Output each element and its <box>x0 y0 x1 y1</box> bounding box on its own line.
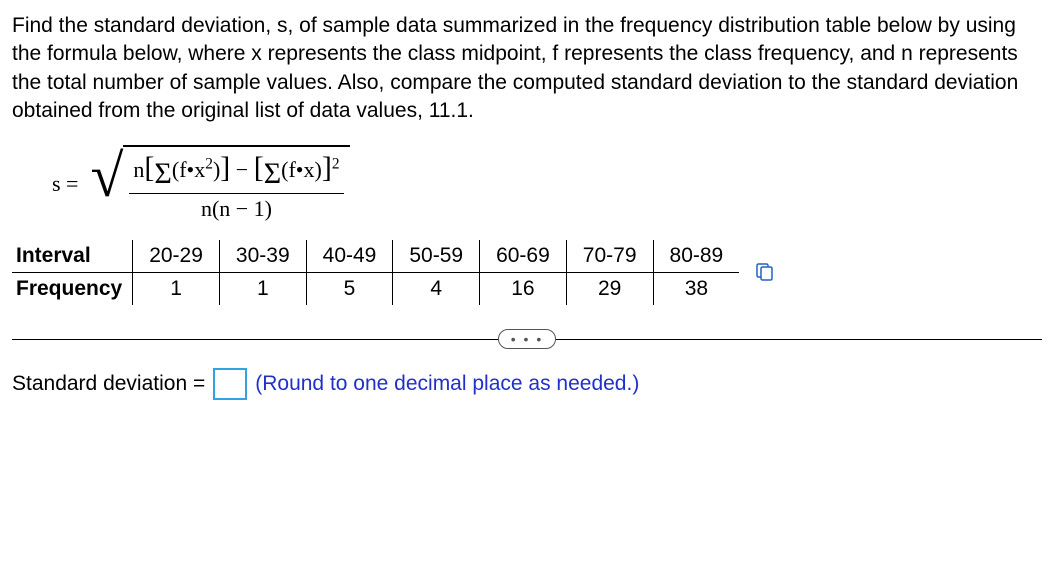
standard-deviation-input[interactable] <box>213 368 247 400</box>
formula-lhs: s = <box>52 171 78 197</box>
frequency-cell: 38 <box>653 273 739 306</box>
expand-icon[interactable]: • • • <box>498 329 556 349</box>
fraction-numerator: n[Σ(f•x2)] − [Σ(f•x)]2 <box>129 151 343 194</box>
interval-cell: 80-89 <box>653 240 739 273</box>
interval-cell: 60-69 <box>480 240 567 273</box>
frequency-cell: 1 <box>133 273 220 306</box>
copy-icon[interactable] <box>753 260 775 282</box>
radical-icon: √ <box>90 149 123 226</box>
question-prompt: Find the standard deviation, s, of sampl… <box>12 12 1042 125</box>
frequency-cell: 5 <box>306 273 393 306</box>
answer-line: Standard deviation = (Round to one decim… <box>12 368 1042 400</box>
table-row: Frequency 1 1 5 4 16 29 38 <box>12 273 739 306</box>
fraction: n[Σ(f•x2)] − [Σ(f•x)]2 n(n − 1) <box>129 151 343 222</box>
table-row: Interval 20-29 30-39 40-49 50-59 60-69 7… <box>12 240 739 273</box>
interval-cell: 70-79 <box>566 240 653 273</box>
fraction-denominator: n(n − 1) <box>129 194 343 222</box>
interval-cell: 30-39 <box>219 240 306 273</box>
frequency-cell: 16 <box>480 273 567 306</box>
frequency-cell: 29 <box>566 273 653 306</box>
frequency-table: Interval 20-29 30-39 40-49 50-59 60-69 7… <box>12 240 739 305</box>
frequency-cell: 1 <box>219 273 306 306</box>
square-root: √ n[Σ(f•x2)] − [Σ(f•x)]2 n(n − 1) <box>90 145 349 222</box>
frequency-cell: 4 <box>393 273 480 306</box>
interval-cell: 20-29 <box>133 240 220 273</box>
answer-label: Standard deviation = <box>12 372 205 396</box>
rounding-hint: (Round to one decimal place as needed.) <box>255 372 639 396</box>
interval-cell: 50-59 <box>393 240 480 273</box>
row-label-frequency: Frequency <box>12 273 133 306</box>
row-label-interval: Interval <box>12 240 133 273</box>
interval-cell: 40-49 <box>306 240 393 273</box>
formula: s = √ n[Σ(f•x2)] − [Σ(f•x)]2 n(n − 1) <box>52 145 1042 222</box>
